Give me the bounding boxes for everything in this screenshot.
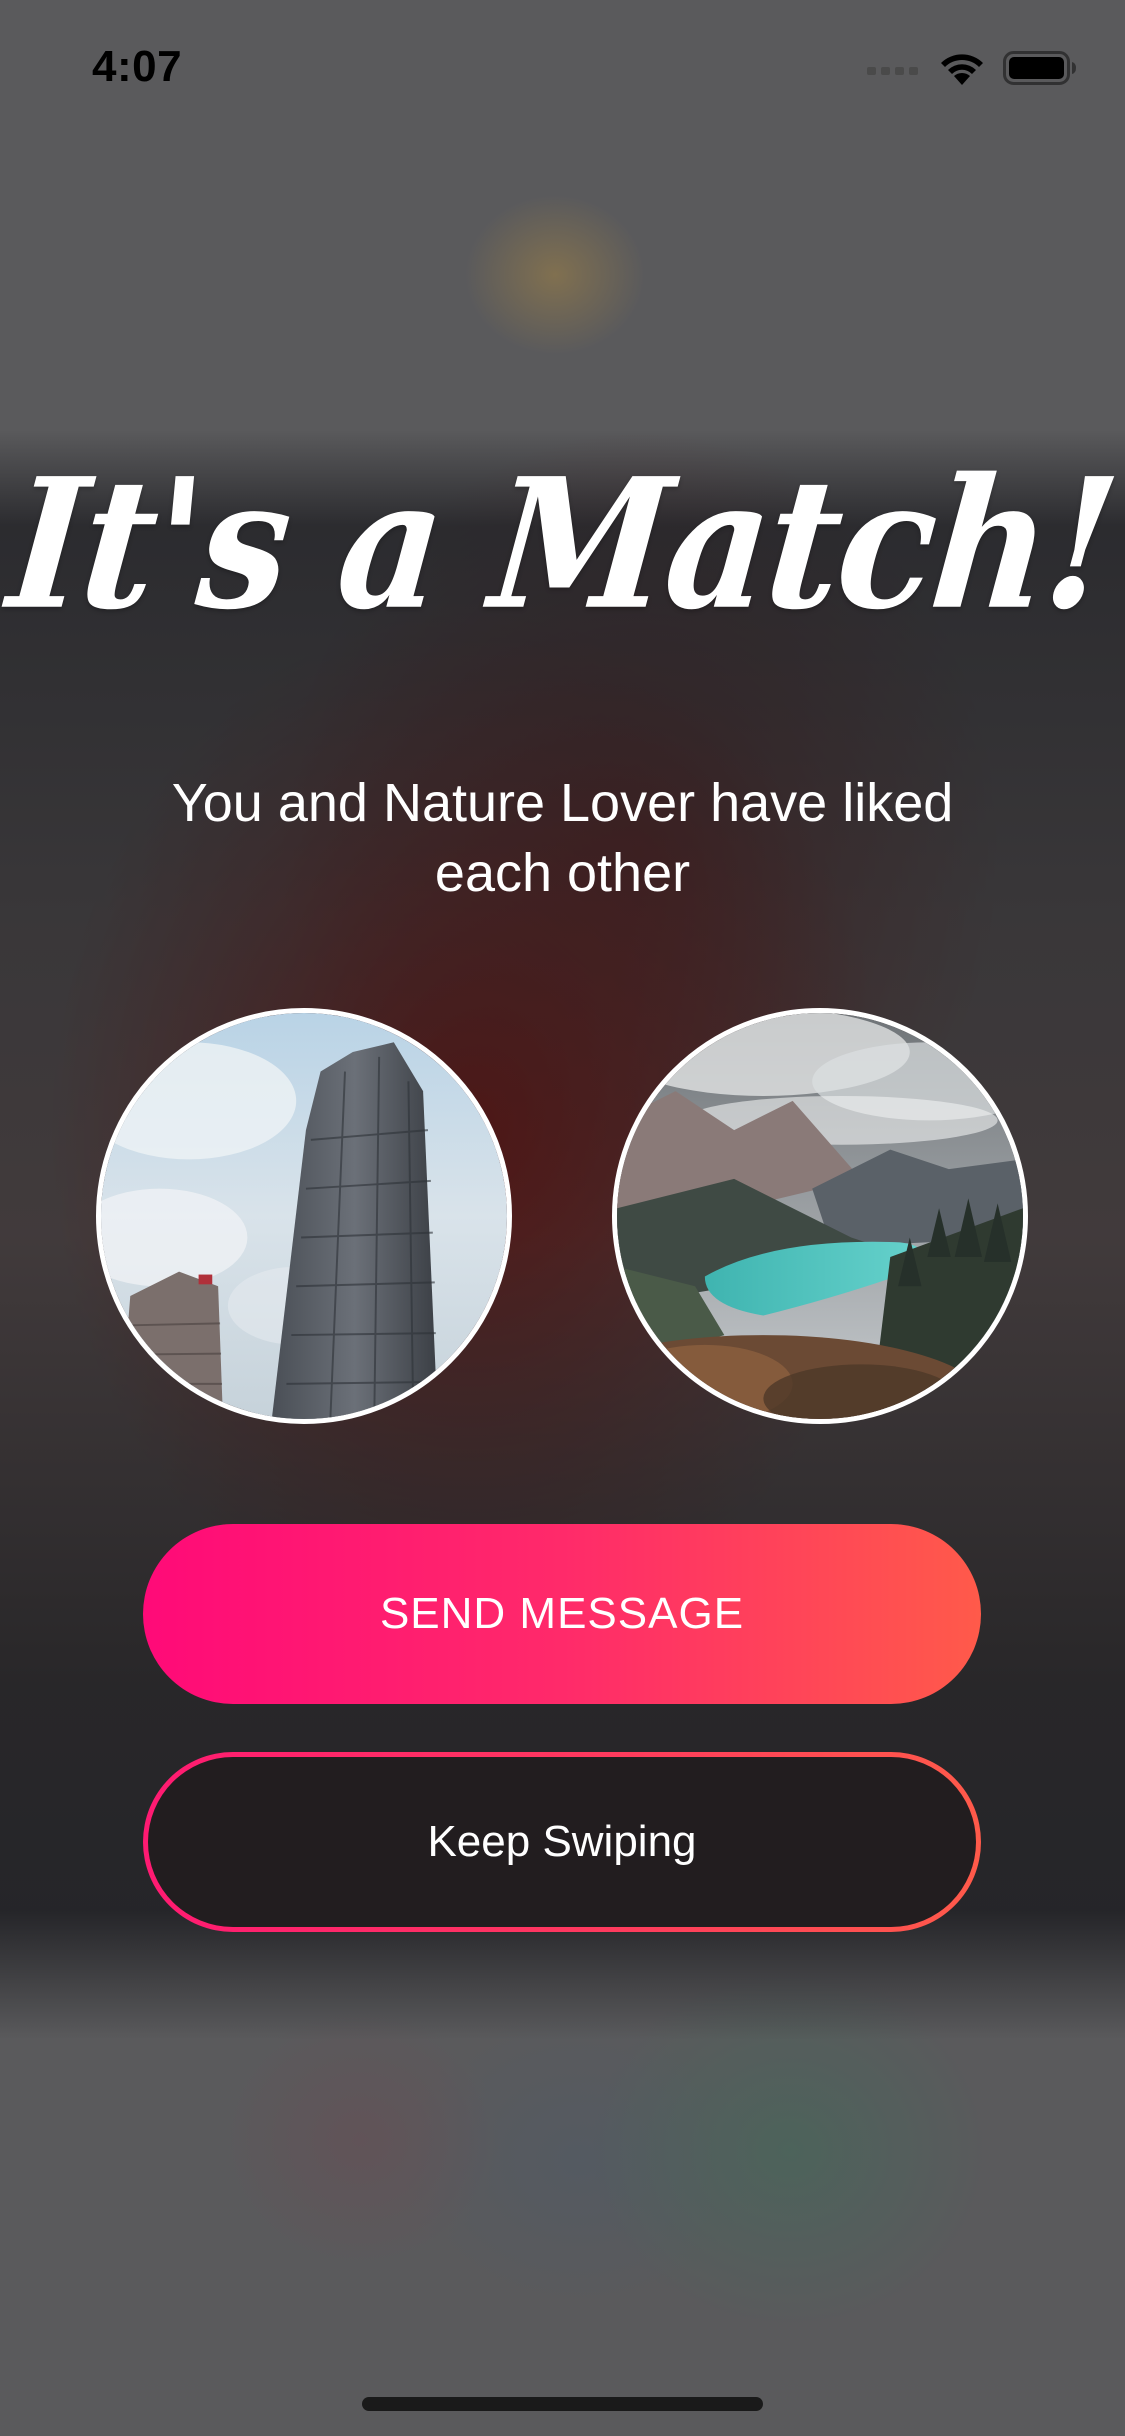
match-profile-photo[interactable]: [612, 1008, 1028, 1424]
status-bar: 4:07: [0, 0, 1125, 135]
status-icons: [867, 50, 1077, 90]
home-indicator[interactable]: [362, 2397, 763, 2411]
cellular-signal-icon: [867, 61, 921, 80]
battery-icon: [1003, 50, 1077, 90]
status-time: 4:07: [92, 42, 183, 91]
match-title: It's a Match!: [1, 438, 1124, 650]
match-subtitle: You and Nature Lover have liked each oth…: [171, 773, 954, 903]
my-profile-photo[interactable]: [96, 1008, 512, 1424]
send-message-label: SEND MESSAGE: [379, 1589, 745, 1638]
send-message-button[interactable]: SEND MESSAGE: [143, 1524, 981, 1704]
keep-swiping-inner[interactable]: Keep Swiping: [148, 1757, 976, 1927]
match-screen: 4:07 It's a Match! You and Nature Lover …: [0, 0, 1125, 2436]
wifi-icon: [939, 51, 985, 90]
keep-swiping-button[interactable]: Keep Swiping: [143, 1752, 981, 1932]
keep-swiping-label: Keep Swiping: [427, 1817, 697, 1866]
